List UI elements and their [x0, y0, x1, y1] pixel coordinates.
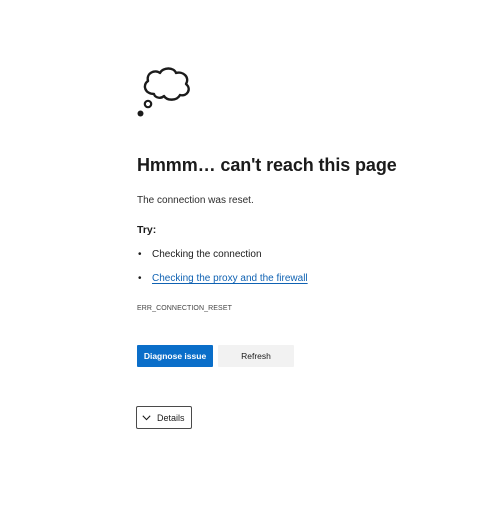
suggestion-list: • Checking the connection • Checking the… [137, 246, 308, 294]
error-code: ERR_CONNECTION_RESET [137, 305, 232, 312]
thought-cloud-icon [137, 67, 190, 117]
suggestion-check-proxy: • Checking the proxy and the firewall [137, 270, 308, 294]
page-title: Hmmm… can't reach this page [137, 155, 397, 175]
chevron-down-icon [142, 414, 151, 420]
refresh-button[interactable]: Refresh [218, 345, 294, 367]
details-button[interactable]: Details [136, 406, 192, 429]
suggestion-label: Checking the connection [152, 249, 262, 260]
bullet: • [138, 249, 142, 260]
diagnose-issue-button[interactable]: Diagnose issue [137, 345, 213, 367]
details-label: Details [157, 412, 185, 423]
error-message: The connection was reset. [137, 195, 254, 206]
suggestion-check-connection: • Checking the connection [137, 246, 308, 270]
error-page: Hmmm… can't reach this page The connecti… [0, 0, 486, 525]
bullet: • [138, 273, 142, 284]
proxy-firewall-link[interactable]: Checking the proxy and the firewall [152, 273, 308, 284]
try-heading: Try: [137, 224, 157, 236]
